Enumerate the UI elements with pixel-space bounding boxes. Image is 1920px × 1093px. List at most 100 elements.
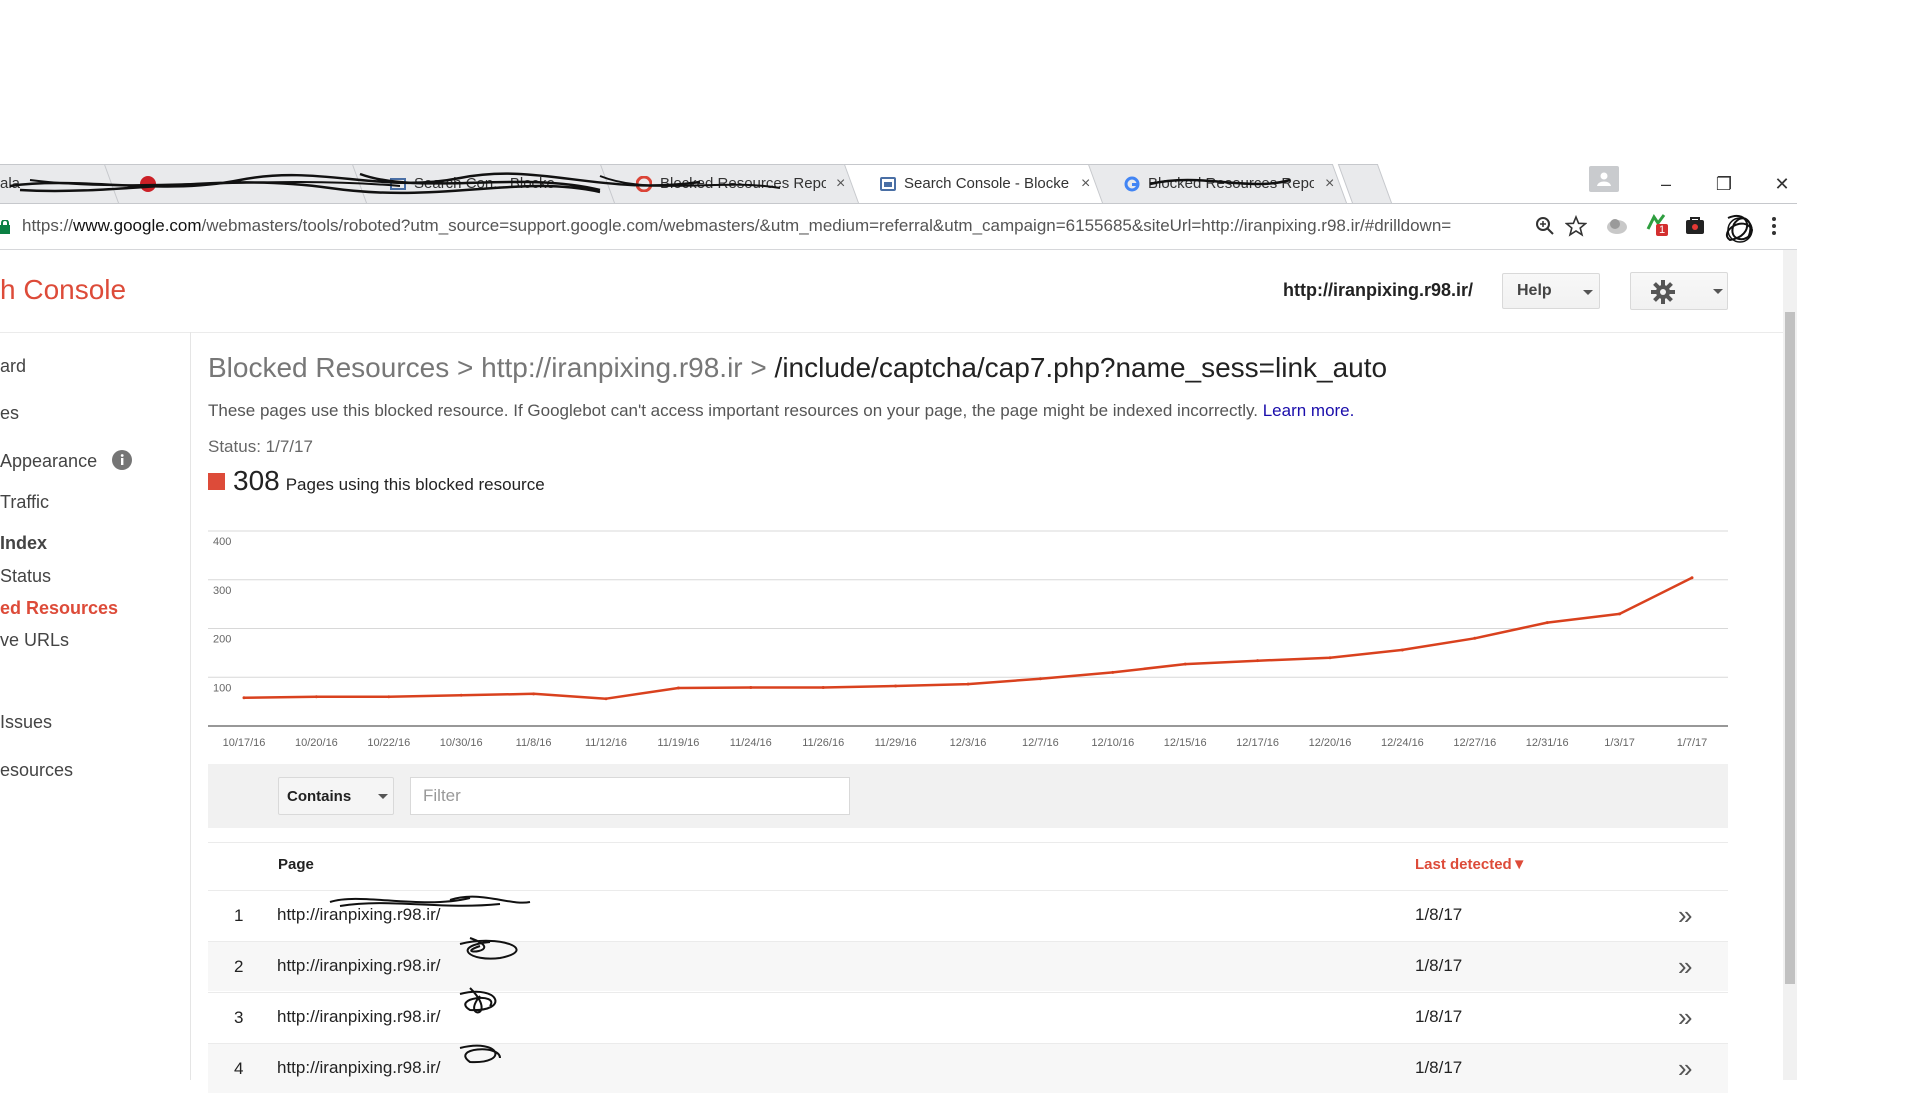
sidebar-item-dashboard[interactable]: ard — [0, 356, 26, 377]
breadcrumb-separator: > — [449, 352, 482, 383]
minimize-button[interactable]: – — [1648, 170, 1684, 198]
search-console-icon — [880, 176, 896, 192]
browser-menu-icon[interactable] — [1771, 216, 1777, 236]
blocked-pages-chart: 100 200 300 400 10/17/16 10/20/16 10/22/16 10/3… — [208, 520, 1728, 750]
data-point — [1256, 659, 1260, 663]
legend-swatch — [208, 472, 225, 490]
x-tick-label: 12/20/16 — [1309, 737, 1352, 749]
row-page-url[interactable]: http://iranpixing.r98.ir/ — [277, 1007, 440, 1027]
extension-button[interactable]: 1 — [1646, 213, 1670, 239]
sidebar-item-index-status[interactable]: Status — [0, 566, 51, 587]
x-tick-label: 11/8/16 — [516, 737, 552, 749]
data-point — [387, 695, 391, 699]
url-scheme: https:// — [22, 216, 74, 235]
tab-4-content: Blocked Resources Repo — [636, 164, 826, 203]
tab-6-content: Blocked Resources Repo — [1124, 164, 1314, 203]
profile-button[interactable] — [1589, 166, 1619, 192]
row-details-icon[interactable]: » — [1678, 1002, 1692, 1033]
x-tick-label: 12/31/16 — [1526, 737, 1569, 749]
url-path: /webmasters/tools/roboted?utm_source=sup… — [201, 216, 1452, 235]
x-tick-label: 10/30/16 — [440, 737, 483, 749]
breadcrumb: Blocked Resources > http://iranpixing.r9… — [208, 352, 1387, 384]
breadcrumb-separator: > — [742, 352, 775, 383]
row-page-url[interactable]: http://iranpixing.r98.ir/ — [277, 905, 440, 925]
app-title[interactable]: h Console — [0, 274, 126, 306]
data-point — [459, 693, 463, 697]
data-point — [1038, 677, 1042, 681]
bookmark-star-icon[interactable] — [1565, 215, 1587, 237]
row-last-detected: 1/8/17 — [1415, 1058, 1463, 1077]
line-chart: 100 200 300 400 10/17/16 10/20/16 10/22/16 10/3… — [208, 530, 1728, 749]
table-row[interactable]: 3 http://iranpixing.r98.ir/1/8/17 » — [208, 992, 1728, 1042]
maximize-button[interactable]: ❐ — [1706, 170, 1742, 198]
settings-button[interactable] — [1630, 272, 1728, 310]
row-last-detected: 1/8/17 — [1415, 956, 1463, 975]
row-number: 1 — [234, 906, 244, 925]
chevron-down-icon — [1713, 289, 1723, 294]
redacted-avatar-icon[interactable] — [1720, 206, 1760, 250]
tab-title: ala — [0, 175, 21, 192]
row-number: 3 — [234, 1008, 244, 1027]
gear-icon — [1651, 280, 1675, 304]
column-header-last-detected[interactable]: Last detected▼ — [1415, 856, 1527, 873]
tab-close-icon[interactable]: × — [836, 175, 845, 193]
tab-2-content — [140, 164, 340, 203]
sidebar-item-search-appearance[interactable]: Appearance — [0, 450, 133, 472]
filter-input[interactable] — [410, 777, 850, 815]
sidebar — [0, 332, 191, 1080]
scrollbar-thumb[interactable] — [1785, 312, 1795, 984]
row-details-icon[interactable]: » — [1678, 900, 1692, 931]
x-tick-label: 11/26/16 — [802, 737, 844, 749]
breadcrumb-host[interactable]: http://iranpixing.r98.ir — [481, 352, 742, 383]
data-point — [966, 682, 970, 686]
row-page-url[interactable]: http://iranpixing.r98.ir/ — [277, 1058, 440, 1078]
person-icon — [1597, 172, 1611, 186]
breadcrumb-blocked-resources[interactable]: Blocked Resources — [208, 352, 449, 383]
status-text: Status: 1/7/17 — [208, 437, 313, 456]
data-point — [1690, 576, 1694, 580]
table-row[interactable]: 1 http://iranpixing.r98.ir/1/8/17 » — [208, 890, 1728, 940]
google-icon — [1124, 176, 1140, 192]
extension-cloud-icon[interactable] — [1606, 216, 1628, 236]
sidebar-item-security-issues[interactable]: Issues — [0, 712, 52, 733]
close-window-button[interactable]: ✕ — [1764, 170, 1800, 198]
tab-5-content: Search Console - Blocke — [880, 164, 1070, 203]
sidebar-item-google-index[interactable]: Index — [0, 533, 47, 554]
filter-mode-dropdown[interactable]: Contains — [278, 777, 394, 815]
sidebar-item-blocked-resources[interactable]: ed Resources — [0, 598, 118, 619]
extension-bag-icon[interactable] — [1684, 214, 1706, 236]
data-point — [314, 695, 318, 699]
row-last-detected: 1/8/17 — [1415, 1007, 1463, 1026]
sidebar-item-other-resources[interactable]: esources — [0, 760, 73, 781]
row-details-icon[interactable]: » — [1678, 951, 1692, 982]
chevron-down-icon — [1583, 290, 1593, 295]
tab-close-icon[interactable]: × — [1081, 175, 1090, 193]
data-point — [749, 685, 753, 689]
tab-title: Search Con... Blocke — [414, 175, 555, 192]
data-point — [1183, 662, 1187, 666]
column-header-page[interactable]: Page — [278, 856, 314, 873]
sidebar-item-search-traffic[interactable]: Traffic — [0, 492, 49, 513]
sidebar-item-messages[interactable]: es — [0, 403, 19, 424]
info-icon[interactable] — [112, 450, 133, 470]
data-point — [1473, 636, 1477, 640]
row-page-url[interactable]: http://iranpixing.r98.ir/ — [277, 956, 440, 976]
data-point — [1328, 656, 1332, 660]
table-row[interactable]: 4 http://iranpixing.r98.ir/1/8/17 » — [208, 1043, 1728, 1093]
x-tick-label: 10/22/16 — [367, 737, 410, 749]
y-tick-label: 200 — [213, 634, 231, 646]
url-host: www.google.com — [73, 216, 202, 235]
zoom-icon[interactable] — [1535, 216, 1555, 236]
x-tick-label: 10/20/16 — [295, 737, 338, 749]
learn-more-link[interactable]: Learn more. — [1263, 401, 1355, 420]
site-selector[interactable]: http://iranpixing.r98.ir/ — [1283, 280, 1473, 301]
description-text: These pages use this blocked resource. I… — [208, 401, 1258, 420]
sidebar-item-remove-urls[interactable]: ve URLs — [0, 630, 69, 651]
row-details-icon[interactable]: » — [1678, 1053, 1692, 1084]
x-tick-label: 12/15/16 — [1164, 737, 1207, 749]
x-tick-label: 11/19/16 — [657, 737, 699, 749]
chevron-down-icon — [378, 794, 388, 799]
tab-close-icon[interactable]: × — [1325, 175, 1334, 193]
help-button[interactable]: Help — [1502, 273, 1600, 309]
table-row[interactable]: 2 http://iranpixing.r98.ir/1/8/17 » — [208, 941, 1728, 991]
